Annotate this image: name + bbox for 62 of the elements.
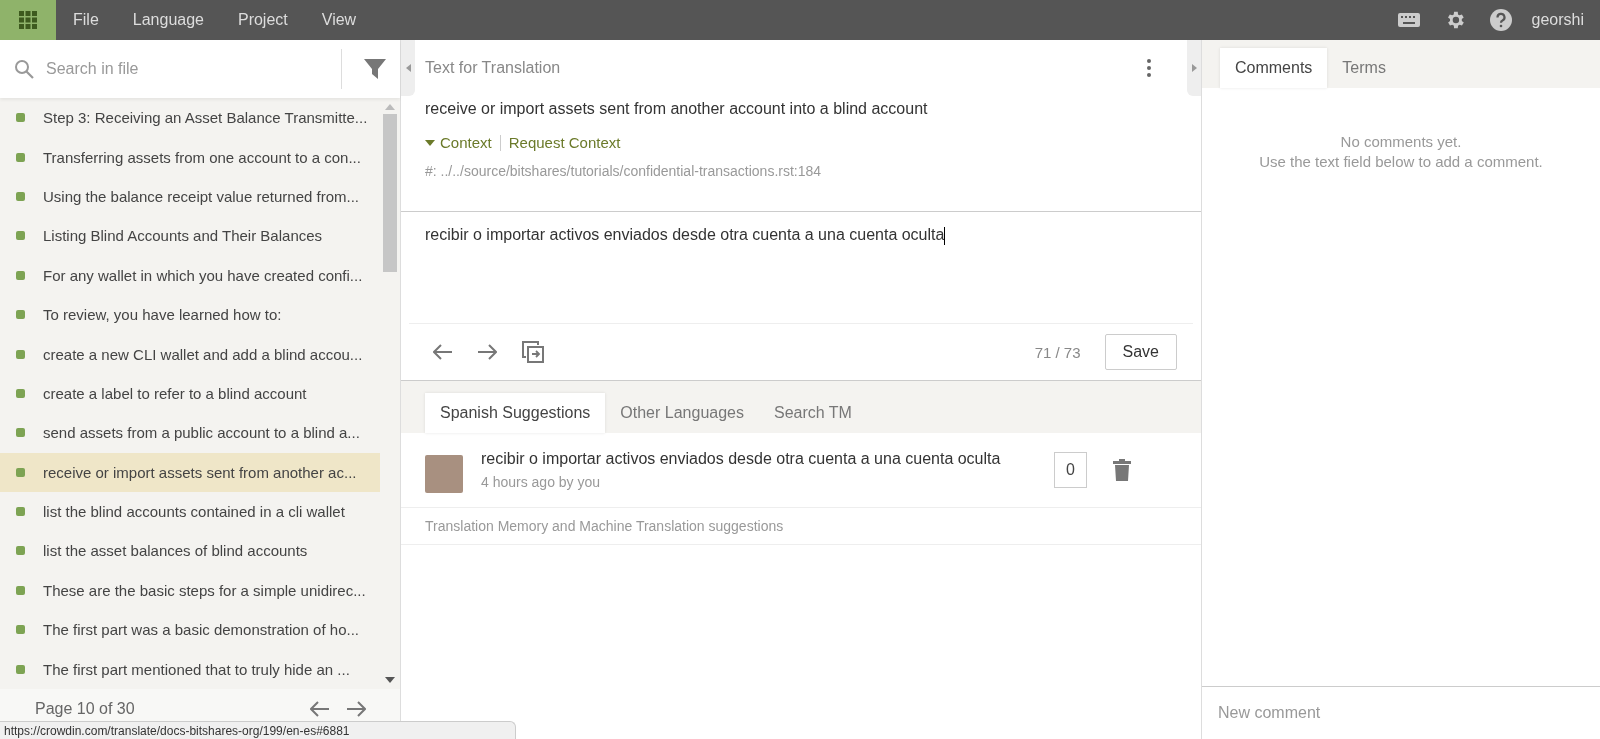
string-item[interactable]: list the asset balances of blind accounts <box>0 531 380 571</box>
menu-item[interactable]: Language <box>115 0 221 40</box>
suggestion-tab[interactable]: Other Languages <box>605 393 759 433</box>
copy-source-icon[interactable] <box>521 340 545 364</box>
string-item[interactable]: Transferring assets from one account to a con... <box>0 137 380 177</box>
scroll-thumb[interactable] <box>383 114 397 272</box>
suggestion-tab[interactable]: Search TM <box>759 393 867 433</box>
delete-icon[interactable] <box>1113 459 1131 481</box>
suggestion-text[interactable]: recibir o importar activos enviados desde otra cuenta a una cuenta oculta <box>481 450 1037 468</box>
context-toggle[interactable]: Context <box>425 134 492 151</box>
collapse-right-handle[interactable] <box>1187 40 1201 96</box>
page-indicator: Page 10 of 30 <box>35 700 135 718</box>
string-item[interactable]: list the blind accounts contained in a cli wallet <box>0 491 380 532</box>
more-icon[interactable] <box>1147 59 1151 77</box>
empty-message: No comments yet. <box>1339 132 1463 152</box>
string-item[interactable]: For any wallet in which you have created confi... <box>0 255 380 295</box>
comments-tab[interactable]: Comments <box>1220 48 1328 88</box>
string-item[interactable]: These are the basic steps for a simple unidirec... <box>0 570 380 611</box>
filter-icon[interactable] <box>364 58 386 80</box>
help-icon[interactable] <box>1489 9 1512 31</box>
string-item[interactable]: To review, you have learned how to: <box>0 294 380 335</box>
comments-tab[interactable]: Terms <box>1327 48 1401 88</box>
tm-note: Translation Memory and Machine Translation suggestions <box>401 508 1201 545</box>
string-item[interactable]: The first part was a basic demonstration of ho... <box>0 610 380 650</box>
suggestion-tab[interactable]: Spanish Suggestions <box>425 393 606 433</box>
panel-title: Text for Translation <box>425 59 561 77</box>
next-icon[interactable] <box>477 344 497 360</box>
avatar-placeholder <box>425 455 463 493</box>
empty-message: Use the text field below to add a comment. <box>1258 152 1544 172</box>
keyboard-icon[interactable] <box>1397 13 1420 27</box>
source-text: receive or import assets sent from another account into a blind account <box>425 100 929 118</box>
request-context-link[interactable]: Request Context <box>508 134 621 151</box>
string-item[interactable]: Using the balance receipt value returned from... <box>0 176 380 217</box>
vote-count[interactable]: 0 <box>1054 452 1087 488</box>
menu-item[interactable]: File <box>56 0 116 40</box>
menu-item[interactable]: Project <box>220 0 305 40</box>
string-item[interactable]: send assets from a public account to a blind a... <box>0 413 380 453</box>
scroll-down-icon[interactable] <box>385 677 395 683</box>
left-triangle-icon <box>405 64 411 72</box>
triangle-down-icon <box>425 139 435 146</box>
collapse-left-handle[interactable] <box>401 40 415 96</box>
translation-field[interactable]: recibir o importar activos enviados desde otra cuenta a una cuenta oculta <box>409 212 1193 324</box>
apps-button[interactable] <box>0 0 56 40</box>
status-url: https://crowdin.com/translate/docs-bitshares-org/199/en-es#6881 <box>0 721 516 739</box>
string-item[interactable]: Listing Blind Accounts and Their Balances <box>0 216 380 256</box>
character-counter: 71 / 73 <box>1034 343 1081 361</box>
string-item[interactable]: create a new CLI wallet and add a blind accou... <box>0 334 380 374</box>
user-name[interactable]: georshi <box>1531 11 1584 29</box>
string-item[interactable]: create a label to refer to a blind account <box>0 373 380 414</box>
suggestion-meta: 4 hours ago by you <box>481 474 602 490</box>
menu-item[interactable]: View <box>304 0 374 40</box>
context-path: #: ../../source/bitshares/tutorials/confidential-transactions.rst:184 <box>425 163 823 179</box>
string-item[interactable]: receive or import assets sent from another ac... <box>0 452 380 492</box>
save-button[interactable]: Save <box>1104 334 1177 370</box>
next-page-icon[interactable] <box>346 701 366 717</box>
search-icon <box>14 59 34 79</box>
string-item[interactable]: The first part mentioned that to truly hide an ... <box>0 649 380 689</box>
right-triangle-icon <box>1191 64 1197 72</box>
grid-icon <box>19 11 37 29</box>
string-item[interactable]: Step 3: Receiving an Asset Balance Transmitte... <box>0 98 380 138</box>
previous-page-icon[interactable] <box>310 701 330 717</box>
previous-icon[interactable] <box>433 344 453 360</box>
